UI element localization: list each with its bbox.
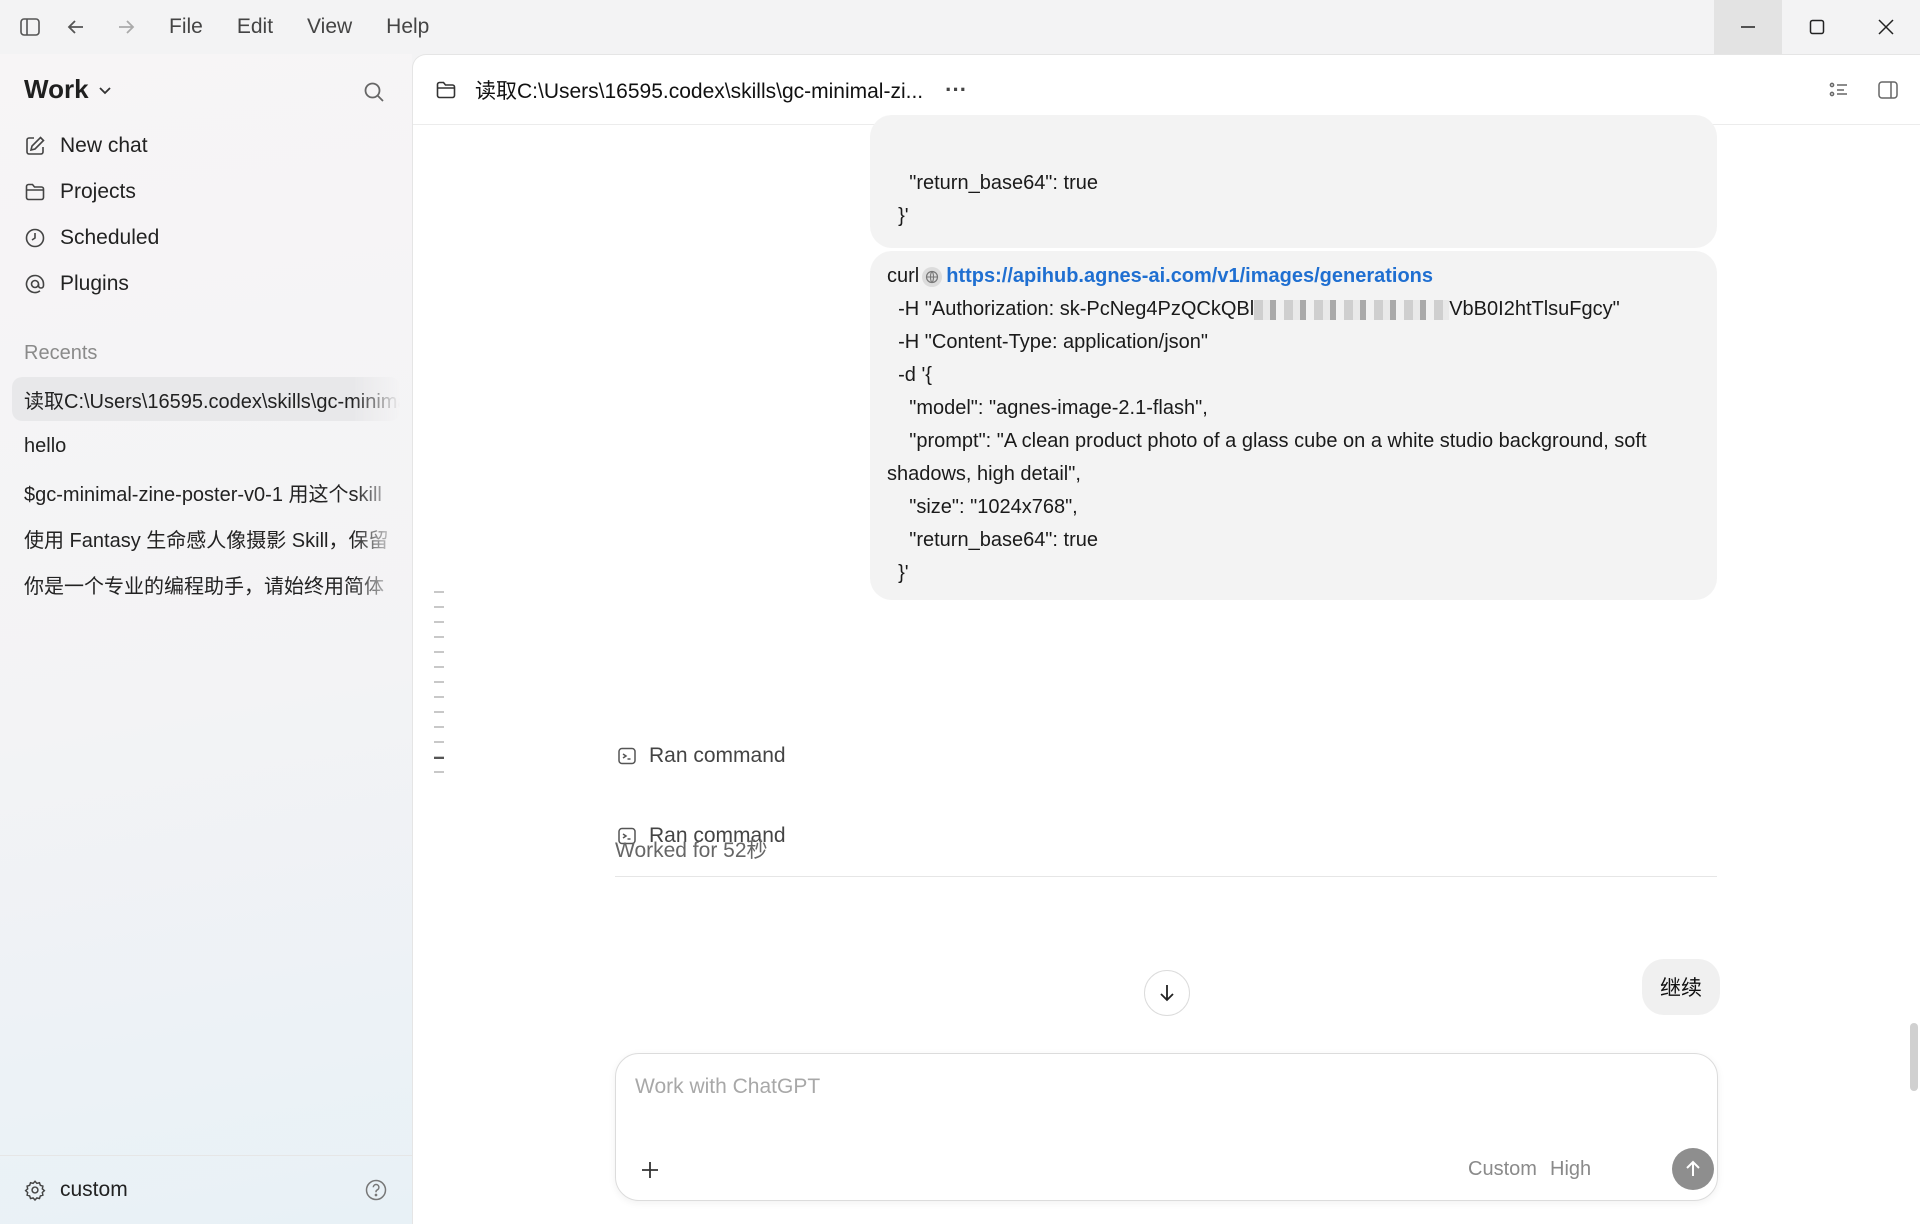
- ran-command-row[interactable]: Ran command: [617, 744, 786, 768]
- scroll-marker: [434, 696, 444, 698]
- redacted-key-blur: [1254, 299, 1450, 320]
- menu-edit[interactable]: Edit: [237, 15, 273, 39]
- folder-icon: [435, 79, 457, 101]
- close-button[interactable]: [1852, 0, 1920, 54]
- search-icon[interactable]: [362, 80, 392, 110]
- code-line: -H "Authorization: sk-PcNeg4PzQCkQBl VbB0…: [887, 293, 1700, 326]
- more-options-button[interactable]: ···: [945, 77, 967, 103]
- chat-title: 读取C:\Users\16595.codex\skills\gc-minimal…: [475, 79, 924, 103]
- send-button[interactable]: [1672, 1148, 1714, 1190]
- workspace-switcher[interactable]: Work: [24, 74, 113, 105]
- terminal-icon: [618, 747, 636, 765]
- worked-for-label: Worked for 52秒: [615, 839, 768, 862]
- code-line: }': [887, 205, 909, 227]
- code-line: "size": "1024x768",: [887, 496, 1078, 518]
- panel-toggle-icon[interactable]: [1877, 79, 1899, 101]
- menu-view[interactable]: View: [307, 15, 352, 39]
- code-line: }': [887, 562, 909, 584]
- user-code-message: curl https://apihub.agnes-ai.com/v1/image…: [870, 251, 1717, 600]
- chat-input[interactable]: [633, 1074, 1533, 1100]
- scroll-marker-active: [434, 757, 444, 759]
- scroll-down-button[interactable]: [1144, 970, 1190, 1016]
- recent-chat-item[interactable]: hello: [12, 424, 400, 468]
- menu-bar: File Edit View Help: [135, 15, 429, 39]
- recent-chat-item[interactable]: 读取C:\Users\16595.codex\skills\gc-minimal…: [12, 377, 400, 421]
- folder-icon: [25, 183, 45, 201]
- scrollbar-thumb[interactable]: [1910, 1023, 1918, 1091]
- settings-gear-icon[interactable]: [24, 1179, 46, 1201]
- scroll-marker: [434, 606, 444, 608]
- code-line: -H "Content-Type: application/json": [887, 331, 1209, 353]
- scroll-marker: [434, 651, 444, 653]
- sidebar: Work New chat Projects Scheduled Plugins…: [0, 54, 412, 1224]
- help-icon[interactable]: [364, 1178, 388, 1202]
- add-attachment-button[interactable]: [634, 1154, 666, 1186]
- menu-help[interactable]: Help: [386, 15, 429, 39]
- divider: [615, 876, 1717, 877]
- mode-selector[interactable]: Custom: [1468, 1158, 1537, 1181]
- scroll-marker: [434, 771, 444, 773]
- sidebar-footer: custom: [0, 1155, 412, 1224]
- sidebar-item-projects[interactable]: Projects: [24, 180, 136, 204]
- main-panel: 读取C:\Users\16595.codex\skills\gc-minimal…: [412, 54, 1920, 1224]
- auth-header-start: -H "Authorization: sk-PcNeg4PzQCkQBl: [887, 298, 1255, 320]
- code-line: "model": "agnes-image-2.1-flash",: [887, 397, 1208, 419]
- user-message-bubble: 继续: [1642, 959, 1720, 1015]
- arrow-down-icon: [1160, 985, 1174, 1002]
- task-list-icon[interactable]: [1828, 79, 1850, 101]
- scroll-marker: [434, 726, 444, 728]
- globe-icon: [921, 266, 943, 288]
- sidebar-item-label: Scheduled: [60, 226, 160, 249]
- back-arrow-icon[interactable]: [58, 9, 94, 45]
- sidebar-item-label: Projects: [60, 180, 136, 203]
- arrow-up-icon: [1686, 1160, 1700, 1176]
- plus-icon: [642, 1162, 658, 1178]
- code-line: "return_base64": true: [887, 529, 1098, 551]
- recent-chat-item[interactable]: $gc-minimal-zine-poster-v0-1 用这个skill: [12, 470, 400, 514]
- composer: Custom High: [615, 1053, 1718, 1201]
- code-line: -d '{: [887, 364, 932, 386]
- sidebar-item-label: New chat: [60, 134, 148, 157]
- scroll-marker: [434, 711, 444, 713]
- sidebar-toggle-icon[interactable]: [12, 9, 48, 45]
- effort-selector[interactable]: High: [1550, 1158, 1591, 1181]
- scroll-marker: [434, 741, 444, 743]
- sidebar-item-new-chat[interactable]: New chat: [24, 134, 148, 158]
- title-bar: File Edit View Help: [0, 0, 1920, 54]
- menu-file[interactable]: File: [169, 15, 203, 39]
- scroll-marker: [434, 681, 444, 683]
- minimize-button[interactable]: [1714, 0, 1782, 54]
- sidebar-item-scheduled[interactable]: Scheduled: [24, 226, 159, 250]
- code-line: curl https://apihub.agnes-ai.com/v1/image…: [887, 260, 1700, 293]
- code-line: "prompt": "A clean product photo of a gl…: [887, 430, 1653, 485]
- edit-icon: [26, 136, 45, 155]
- scroll-marker: [434, 636, 444, 638]
- chevron-down-icon: [98, 86, 111, 94]
- code-line: "return_base64": true: [887, 172, 1098, 194]
- at-icon: [25, 274, 45, 294]
- api-url-link[interactable]: https://apihub.agnes-ai.com/v1/images/ge…: [946, 265, 1433, 287]
- clock-icon: [25, 228, 45, 248]
- recent-chat-item[interactable]: 你是一个专业的编程助手，请始终用简体: [12, 562, 400, 606]
- sidebar-item-label: Plugins: [60, 272, 129, 295]
- scroll-marker: [434, 666, 444, 668]
- workspace-name: Work: [24, 74, 89, 104]
- scroll-marker: [434, 621, 444, 623]
- user-code-message: "return_base64": true }': [870, 115, 1717, 248]
- profile-label[interactable]: custom: [60, 1178, 128, 1202]
- sidebar-item-plugins[interactable]: Plugins: [24, 272, 129, 296]
- recents-heading: Recents: [24, 342, 98, 364]
- maximize-button[interactable]: [1783, 0, 1851, 54]
- scroll-marker: [434, 591, 444, 593]
- auth-header-end: VbB0I2htTlsuFgcy": [1449, 298, 1620, 320]
- recent-chat-item[interactable]: 使用 Fantasy 生命感人像摄影 Skill，保留: [12, 516, 400, 560]
- ran-command-label: Ran command: [649, 744, 786, 767]
- curl-prefix: curl: [887, 265, 920, 287]
